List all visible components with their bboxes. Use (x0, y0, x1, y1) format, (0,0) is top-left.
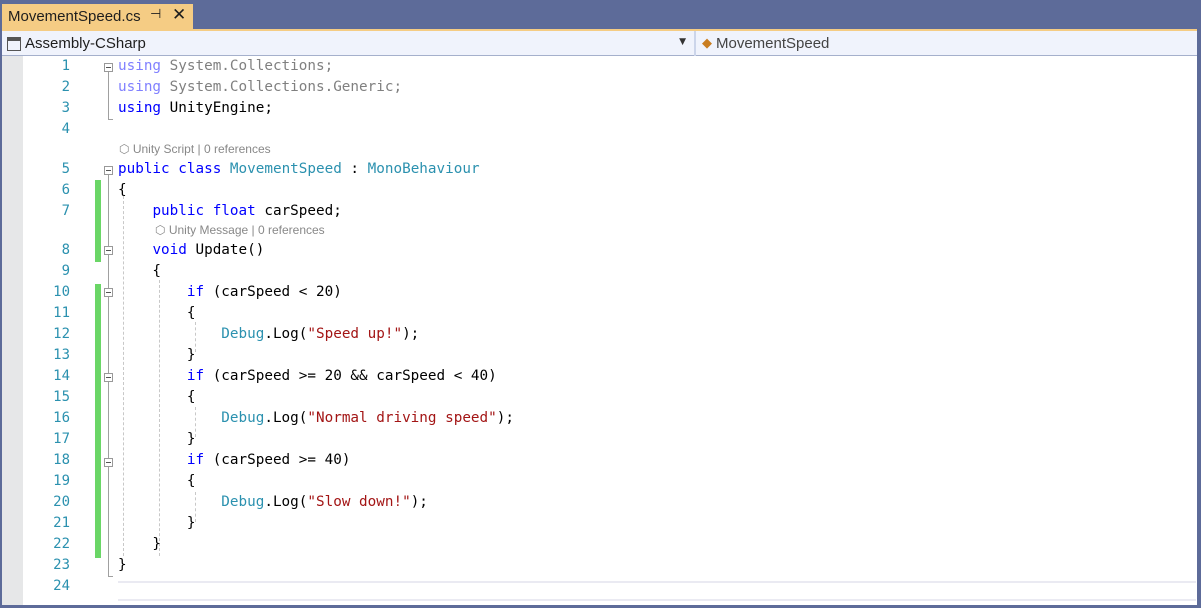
code-line[interactable]: 23} (2, 555, 1197, 576)
project-name: Assembly-CSharp (25, 35, 146, 52)
class-dropdown[interactable]: ◆ MovementSpeed (694, 31, 1199, 56)
code-line[interactable]: 11 { (2, 303, 1197, 324)
line-number: 12 (53, 326, 70, 342)
code-line[interactable]: 21 } (2, 513, 1197, 534)
code-line[interactable]: 13 } (2, 345, 1197, 366)
code-editor[interactable]: ⬡ Unity Script | 0 references ⬡ Unity Me… (2, 56, 1197, 605)
line-number: 11 (53, 305, 70, 321)
code-text: { (118, 182, 127, 198)
code-text: if (carSpeed < 20) (186, 284, 342, 300)
line-number: 8 (61, 242, 70, 258)
code-text: } (118, 515, 196, 531)
code-line[interactable]: 2 using System.Collections.Generic; (2, 77, 1197, 98)
code-text: Debug.Log("Slow down!"); (221, 494, 428, 510)
codelens-class[interactable]: ⬡ Unity Script | 0 references (119, 142, 271, 157)
code-text: } (118, 431, 196, 447)
code-line[interactable]: 7 public float carSpeed; (2, 201, 1197, 222)
line-number: 24 (53, 578, 70, 594)
codelens-method[interactable]: ⬡ Unity Message | 0 references (155, 223, 325, 238)
code-line[interactable]: 5 public class MovementSpeed : MonoBehavi… (2, 159, 1197, 180)
code-line[interactable]: 16 Debug.Log("Normal driving speed"); (2, 408, 1197, 429)
code-line[interactable]: 6{ (2, 180, 1197, 201)
line-number: 4 (61, 121, 70, 137)
line-number: 20 (53, 494, 70, 510)
pin-icon[interactable]: ⊣ (150, 7, 161, 22)
line-number: 2 (61, 79, 70, 95)
line-number: 10 (53, 284, 70, 300)
code-line[interactable]: 3 using UnityEngine; (2, 98, 1197, 119)
class-name: MovementSpeed (716, 35, 830, 52)
unity-icon: ⬡ (119, 142, 133, 156)
code-text: using System.Collections.Generic; (118, 79, 403, 95)
document-tab-bar: MovementSpeed.cs ⊣ ✕ (0, 0, 1201, 29)
line-number: 5 (61, 161, 70, 177)
line-number: 9 (61, 263, 70, 279)
code-line[interactable]: 18 if (carSpeed >= 40) (2, 450, 1197, 471)
code-text: using UnityEngine; (118, 100, 273, 116)
line-number: 23 (53, 557, 70, 573)
close-icon[interactable]: ✕ (172, 5, 186, 25)
navigation-bar: Assembly-CSharp ▼ ◆ MovementSpeed (2, 29, 1197, 56)
code-text: if (carSpeed >= 40) (186, 452, 351, 468)
line-number: 18 (53, 452, 70, 468)
code-text: Debug.Log("Speed up!"); (221, 326, 420, 342)
unity-icon: ⬡ (155, 223, 169, 237)
line-number: 14 (53, 368, 70, 384)
csharp-project-icon (7, 36, 21, 51)
line-number: 6 (61, 182, 70, 198)
code-text: void Update() (152, 242, 265, 258)
code-text: Debug.Log("Normal driving speed"); (221, 410, 514, 426)
document-tab[interactable]: MovementSpeed.cs ⊣ ✕ (2, 4, 193, 29)
line-number: 16 (53, 410, 70, 426)
code-line[interactable]: 14 if (carSpeed >= 20 && carSpeed < 40) (2, 366, 1197, 387)
code-line[interactable]: 15 { (2, 387, 1197, 408)
code-text: { (118, 473, 196, 489)
code-line[interactable]: 20 Debug.Log("Slow down!"); (2, 492, 1197, 513)
line-number: 17 (53, 431, 70, 447)
code-text: using System.Collections; (118, 58, 334, 74)
code-line[interactable]: 24 (2, 576, 1197, 597)
chevron-down-icon[interactable]: ▼ (679, 37, 686, 47)
code-text: public float carSpeed; (152, 203, 342, 219)
tab-title: MovementSpeed.cs (8, 8, 141, 25)
code-line[interactable]: 19 { (2, 471, 1197, 492)
code-text: } (118, 536, 162, 552)
project-dropdown[interactable]: Assembly-CSharp ▼ (2, 31, 690, 56)
code-text: } (118, 347, 196, 363)
code-text: if (carSpeed >= 20 && carSpeed < 40) (186, 368, 497, 384)
code-text: public class MovementSpeed : MonoBehavio… (118, 161, 480, 177)
class-icon: ◆ (702, 36, 712, 51)
line-number: 13 (53, 347, 70, 363)
line-number: 1 (61, 58, 70, 74)
code-line[interactable]: 12 Debug.Log("Speed up!"); (2, 324, 1197, 345)
code-text: { (118, 389, 196, 405)
code-line[interactable]: 8 void Update() (2, 240, 1197, 261)
code-line[interactable]: 17 } (2, 429, 1197, 450)
code-line[interactable]: 1 using System.Collections; (2, 56, 1197, 77)
code-line[interactable]: 9 { (2, 261, 1197, 282)
code-text: { (118, 305, 196, 321)
line-number: 22 (53, 536, 70, 552)
code-text: } (118, 557, 127, 573)
line-number: 21 (53, 515, 70, 531)
code-text: { (118, 263, 162, 279)
line-number: 7 (61, 203, 70, 219)
code-line[interactable]: 22 } (2, 534, 1197, 555)
line-number: 19 (53, 473, 70, 489)
code-line[interactable]: 4 (2, 119, 1197, 140)
line-number: 3 (61, 100, 70, 116)
code-line[interactable]: 10 if (carSpeed < 20) (2, 282, 1197, 303)
line-number: 15 (53, 389, 70, 405)
